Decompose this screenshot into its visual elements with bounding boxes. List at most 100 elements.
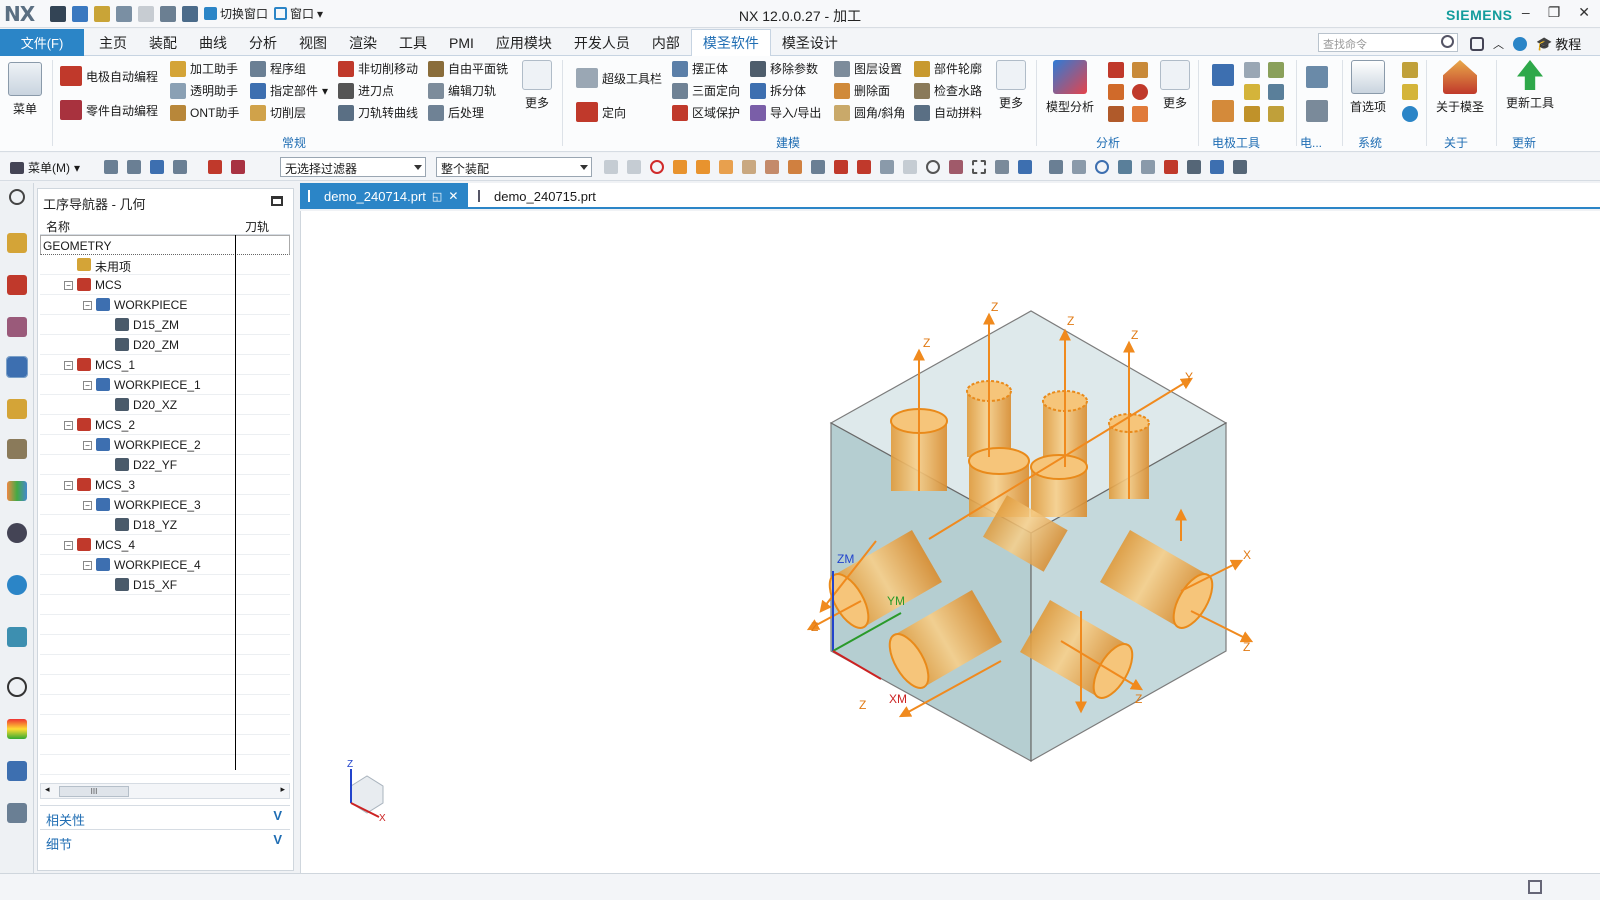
snap-icon[interactable] [903, 160, 917, 174]
ribbon-tab[interactable]: 主页 [88, 29, 138, 56]
ribbon-tab[interactable]: 渲染 [338, 29, 388, 56]
snap-icon[interactable] [604, 160, 618, 174]
electrode-tool-icon[interactable] [1212, 100, 1234, 122]
mass-kg-icon[interactable] [1108, 62, 1124, 78]
navigator-row[interactable]: − WORKPIECE_4 [40, 555, 290, 575]
palette-icon[interactable] [7, 719, 27, 739]
auto-fill-button[interactable]: 自动拼料 [914, 104, 982, 121]
chevron-down-icon[interactable]: ▾ [322, 84, 328, 98]
snap-icon[interactable] [788, 160, 802, 174]
navigator-row[interactable]: − MCS_2 [40, 415, 290, 435]
check-waterway-button[interactable]: 检查水路 [914, 82, 982, 99]
restore-icon[interactable]: ❐ [1548, 4, 1561, 21]
select-tool-icon[interactable] [173, 160, 187, 174]
repeat-command-icon[interactable] [182, 5, 198, 22]
snap-icon[interactable] [627, 160, 641, 174]
snap-icon[interactable] [765, 160, 779, 174]
ribbon-tab[interactable]: PMI [438, 29, 485, 56]
analysis-tool-icon[interactable] [1132, 84, 1148, 100]
view-icon[interactable] [1210, 160, 1224, 174]
import-export-button[interactable]: 导入/导出 [750, 104, 821, 121]
snap-icon[interactable] [926, 160, 940, 174]
ribbon-tab[interactable]: 装配 [138, 29, 188, 56]
analysis-tool-icon[interactable] [1132, 62, 1148, 78]
close-icon[interactable]: ✕ [448, 189, 458, 203]
navigator-row[interactable]: − MCS_1 [40, 355, 290, 375]
navigator-row[interactable]: − MCS_4 [40, 535, 290, 555]
delete-face-button[interactable]: 删除面 [834, 82, 890, 99]
undo-icon[interactable] [72, 5, 88, 22]
part-outline-button[interactable]: 部件轮廓 [914, 60, 982, 77]
electrode-tool-icon[interactable] [1244, 62, 1260, 78]
full-screen-icon[interactable] [1528, 880, 1542, 894]
approach-point-button[interactable]: 进刀点 [338, 82, 394, 99]
cut-icon[interactable] [94, 5, 110, 22]
navigator-row[interactable]: D15_XF [40, 575, 290, 595]
toolpath-to-curve-button[interactable]: 刀轨转曲线 [338, 104, 418, 121]
snap-icon[interactable] [719, 160, 733, 174]
ribbon-tab[interactable]: 视图 [288, 29, 338, 56]
rotate-icon[interactable] [1095, 160, 1109, 174]
machining-helper-button[interactable]: 加工助手 [170, 60, 238, 77]
view-icon[interactable] [995, 160, 1009, 174]
system-scenes-icon[interactable] [7, 803, 27, 823]
navigator-row[interactable]: D20_ZM [40, 335, 290, 355]
column-header-name[interactable]: 名称 [46, 218, 70, 235]
analysis-tool-icon[interactable] [1108, 106, 1124, 122]
part-auto-program-button[interactable]: 零件自动编程 [60, 100, 158, 120]
electrode-tool-icon[interactable] [1306, 100, 1328, 122]
snap-icon[interactable] [696, 160, 710, 174]
file-menu-tab[interactable]: 文件(F) [0, 29, 84, 56]
specify-part-button[interactable]: 指定部件 ▾ [250, 82, 328, 99]
document-tab[interactable]: demo_240715.prt [470, 183, 620, 209]
view-icon[interactable] [1018, 160, 1032, 174]
snap-icon[interactable] [742, 160, 756, 174]
split-body-button[interactable]: 拆分体 [750, 82, 806, 99]
info-icon[interactable] [7, 575, 27, 595]
electrode-tool-icon[interactable] [1268, 62, 1284, 78]
navigator-row[interactable]: D20_XZ [40, 395, 290, 415]
snap-icon[interactable] [949, 160, 963, 174]
system-tool-icon[interactable] [1402, 62, 1418, 78]
menu-dropdown-button[interactable]: 菜单(M) ▾ [10, 159, 80, 176]
column-divider[interactable] [235, 235, 236, 770]
window-menu-button[interactable]: 窗口 ▾ [274, 5, 323, 22]
electrode-tool-icon[interactable] [1268, 84, 1284, 100]
ont-helper-button[interactable]: ONT助手 [170, 104, 239, 121]
paste-icon[interactable] [138, 5, 154, 22]
super-toolbar-button[interactable]: 超级工具栏 [576, 68, 662, 88]
transparent-helper-button[interactable]: 透明助手 [170, 82, 238, 99]
type-filter-select[interactable]: 无选择过滤器 [280, 157, 426, 177]
dependencies-panel[interactable]: 相关性 V [40, 805, 290, 828]
orient-button[interactable]: 定向 [576, 102, 626, 122]
help-icon[interactable] [1402, 106, 1418, 122]
search-icon[interactable] [1441, 35, 1454, 48]
edit-toolpath-button[interactable]: 编辑刀轨 [428, 82, 496, 99]
navigator-row[interactable]: − MCS_3 [40, 475, 290, 495]
snap-icon[interactable] [673, 160, 687, 174]
history-clock-icon[interactable] [7, 677, 27, 697]
view-icon[interactable] [1118, 160, 1132, 174]
view-icon[interactable] [1141, 160, 1155, 174]
switch-window-button[interactable]: 切换窗口 [204, 5, 268, 22]
free-face-mill-button[interactable]: 自由平面铣 [428, 60, 508, 77]
region-protect-button[interactable]: 区域保护 [672, 104, 740, 121]
collapse-toggle-icon[interactable]: − [83, 561, 92, 570]
about-mosheng-button[interactable]: 关于模圣 [1436, 60, 1484, 115]
view-icon[interactable] [1187, 160, 1201, 174]
collapse-toggle-icon[interactable]: − [64, 421, 73, 430]
program-group-button[interactable]: 程序组 [250, 60, 306, 77]
navigator-row[interactable]: − WORKPIECE_2 [40, 435, 290, 455]
tutorial-button[interactable]: 🎓 教程 [1536, 34, 1581, 53]
ribbon-tab[interactable]: 开发人员 [563, 29, 641, 56]
horizontal-scrollbar[interactable]: ◂ III ▸ [40, 783, 290, 799]
view-icon[interactable] [1049, 160, 1063, 174]
reuse-library-icon[interactable] [7, 481, 27, 501]
collapse-toggle-icon[interactable]: − [64, 361, 73, 370]
electrode-tool-icon[interactable] [1306, 66, 1328, 88]
model-analysis-button[interactable]: 模型分析 [1046, 60, 1094, 115]
ribbon-tab[interactable]: 应用模块 [485, 29, 563, 56]
snap-icon[interactable] [972, 160, 986, 174]
model-view[interactable]: Z Z Z Z Y X Z Z Z Z ZM YM XM Z X [301, 211, 1600, 873]
menu-big-button[interactable]: 菜单 [8, 62, 42, 117]
